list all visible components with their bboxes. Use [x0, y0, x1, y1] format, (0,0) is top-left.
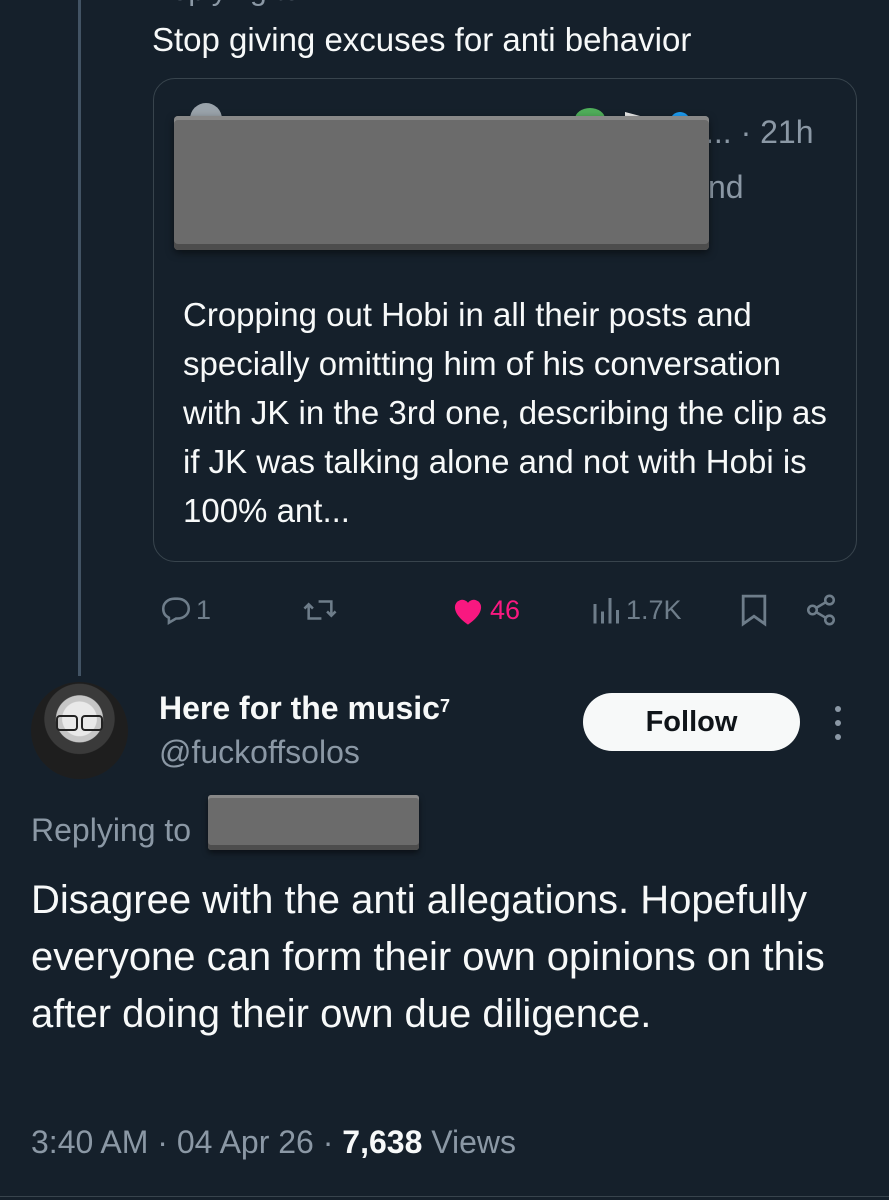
bookmark-action[interactable]	[740, 585, 768, 635]
separator: ·	[322, 1124, 343, 1160]
reply-count: 1	[196, 594, 212, 625]
retweet-icon	[303, 600, 337, 620]
reply-context-cut: Replying to	[150, 0, 410, 10]
share-action[interactable]	[804, 585, 838, 635]
tweet-date[interactable]: 04 Apr 26	[177, 1124, 314, 1160]
reply-action[interactable]: 1	[158, 585, 211, 635]
separator: ·	[157, 1124, 177, 1160]
reply-tweet-text: Stop giving excuses for anti behavior	[152, 21, 692, 58]
tweet-actions-bar: 1 46 1.7K	[0, 585, 889, 635]
quoted-tweet-time: ... · 21h	[705, 114, 814, 150]
redaction-block	[208, 795, 419, 850]
tweet-time[interactable]: 3:40 AM	[31, 1124, 148, 1160]
avatar[interactable]	[31, 682, 128, 779]
like-count: 46	[490, 594, 521, 625]
replying-to: Replying to	[31, 812, 192, 848]
author-handle[interactable]: @fuckoffsolos	[159, 730, 360, 774]
quoted-tweet-body: Cropping out Hobi in all their posts and…	[183, 296, 827, 529]
avatar-detail	[81, 715, 103, 731]
tweet-views-label: Views	[431, 1124, 517, 1160]
views-count: 1.7K	[626, 594, 682, 625]
heart-icon	[454, 599, 482, 625]
share-icon	[806, 594, 836, 626]
more-icon[interactable]	[828, 703, 848, 743]
thread-line	[78, 0, 81, 676]
follow-button[interactable]: Follow	[583, 693, 800, 751]
divider	[0, 1196, 889, 1197]
avatar-detail	[56, 715, 78, 731]
tweet-meta: 3:40 AM · 04 Apr 26 · 7,638 Views	[31, 1118, 516, 1166]
author-name[interactable]: Here for the music7	[159, 686, 450, 730]
bookmark-icon	[741, 594, 767, 627]
like-action[interactable]: 46	[450, 585, 520, 635]
redaction-block	[174, 116, 709, 250]
analytics-icon	[593, 598, 619, 624]
name-suffix: 7	[439, 696, 450, 716]
tweet-views-count: 7,638	[342, 1124, 423, 1160]
main-tweet-text: Disagree with the anti allegations. Hope…	[31, 878, 825, 1036]
quoted-tweet-fragment: nd	[708, 169, 744, 205]
reply-icon	[161, 597, 191, 626]
views-action[interactable]: 1.7K	[592, 585, 682, 635]
retweet-action[interactable]	[300, 585, 340, 635]
